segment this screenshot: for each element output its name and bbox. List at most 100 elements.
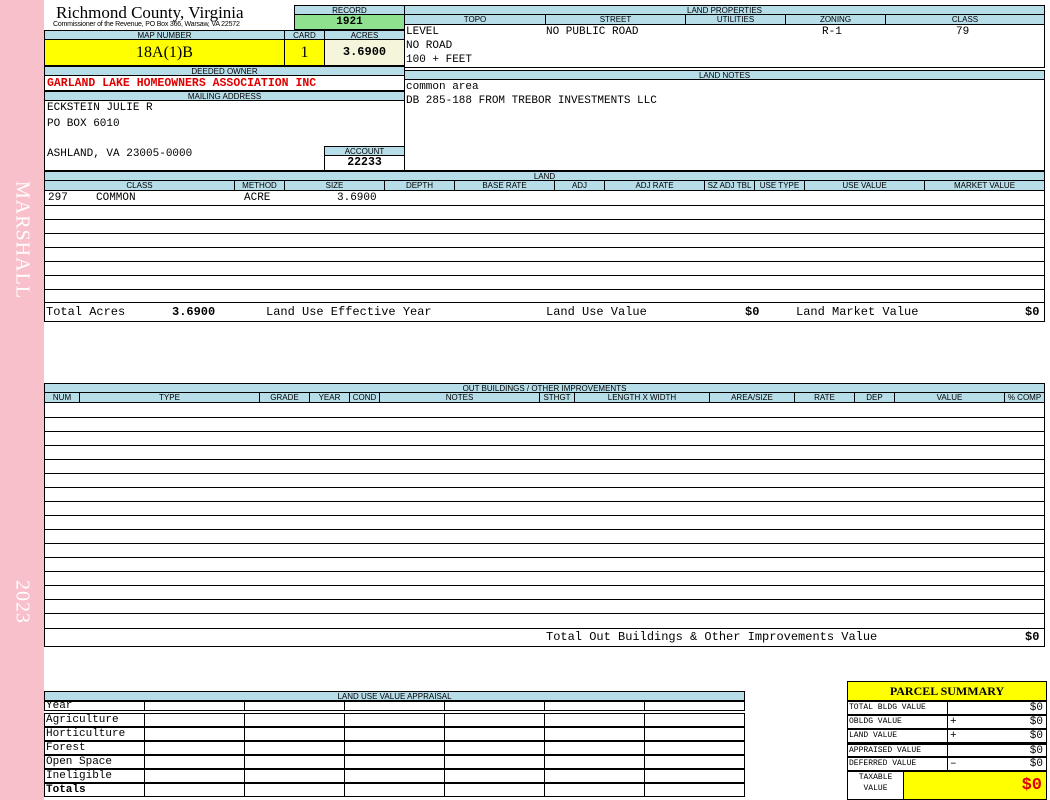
luva-cell <box>445 784 545 796</box>
luva-cell <box>645 784 745 796</box>
luva-cell <box>145 702 245 710</box>
outbuilding-grid-line <box>45 557 1044 558</box>
luva-row: Open Space <box>44 755 745 769</box>
luva-cell <box>645 714 745 726</box>
luva-cell <box>645 742 745 754</box>
luva-cell <box>345 702 445 710</box>
luva-cell <box>245 784 345 796</box>
summary-row-label: APPRAISED VALUE <box>848 745 948 756</box>
col-street: STREET <box>546 15 686 24</box>
outbuildings-label: OUT BUILDINGS / OTHER IMPROVEMENTS <box>44 383 1045 393</box>
summary-row-value: $0 <box>1029 730 1043 742</box>
land-rows <box>44 191 1045 303</box>
acres-value: 3.6900 <box>324 40 405 66</box>
land-col-method: METHOD <box>235 181 285 190</box>
land-properties-label: LAND PROPERTIES <box>404 5 1045 15</box>
side-year: 2023 <box>11 580 34 624</box>
summary-row-value: $0 <box>1029 716 1043 728</box>
outbuildings-rows <box>44 403 1045 629</box>
taxable-label-2: VALUE <box>863 784 888 793</box>
summary-row: DEFERRED VALUE – $0 <box>847 757 1047 771</box>
outbuilding-grid-line <box>45 585 1044 586</box>
luva-row-label: Forest <box>45 742 145 754</box>
luva-row-label: Ineligible <box>45 770 145 782</box>
account-value: 22233 <box>324 156 405 171</box>
outbuilding-grid-line <box>45 417 1044 418</box>
land-row-size: 3.6900 <box>337 192 377 204</box>
ob-col-grade: GRADE <box>260 393 310 402</box>
land-label: LAND <box>44 171 1045 181</box>
luva-cell <box>145 784 245 796</box>
land-market-value-label: Land Market Value <box>796 305 919 319</box>
outbuilding-grid-line <box>45 431 1044 432</box>
class-value: 79 <box>956 26 970 38</box>
ob-col-num: NUM <box>45 393 80 402</box>
zoning-value: R-1 <box>822 26 842 38</box>
land-properties-box <box>404 25 1045 68</box>
luva-cell <box>245 714 345 726</box>
luva-cell <box>145 714 245 726</box>
ob-col-cond: COND <box>350 393 380 402</box>
outbuilding-grid-line <box>45 445 1044 446</box>
outbuildings-total-value: $0 <box>1025 630 1040 644</box>
ob-col-area-size: AREA/SIZE <box>710 393 795 402</box>
outbuildings-total-label: Total Out Buildings & Other Improvements… <box>546 630 878 644</box>
land-col-use-value: USE VALUE <box>805 181 925 190</box>
deeded-owner-value: GARLAND LAKE HOMEOWNERS ASSOCIATION INC <box>44 76 405 91</box>
luva-cell <box>245 770 345 782</box>
mailing-line-2: PO BOX 6010 <box>47 118 120 130</box>
outbuilding-grid-line <box>45 487 1044 488</box>
luva-cell <box>345 714 445 726</box>
land-col-adj: ADJ <box>555 181 605 190</box>
land-col-base-rate: BASE RATE <box>455 181 555 190</box>
outbuilding-grid-line <box>45 459 1044 460</box>
luva-cell <box>445 770 545 782</box>
luva-row: Horticulture <box>44 727 745 741</box>
land-col-market-value: MARKET VALUE <box>953 181 1016 190</box>
land-use-value-label: Land Use Value <box>546 305 647 319</box>
land-notes-2: DB 285-188 FROM TREBOR INVESTMENTS LLC <box>406 95 657 107</box>
deeded-owner-label: DEEDED OWNER <box>44 66 405 76</box>
summary-row-value: $0 <box>1029 702 1043 714</box>
luva-row-label: Agriculture <box>45 714 145 726</box>
col-zoning: ZONING <box>786 15 886 24</box>
account-label: ACCOUNT <box>324 146 405 156</box>
summary-row-label: TOTAL BLDG VALUE <box>848 702 948 714</box>
luva-cell <box>445 714 545 726</box>
luva-cell <box>645 728 745 740</box>
ob-col-value: VALUE <box>895 393 1005 402</box>
ob-col-length-width: LENGTH X WIDTH <box>575 393 710 402</box>
outbuilding-grid-line <box>45 529 1044 530</box>
side-district: MARSHALL <box>11 180 34 300</box>
topo-1: LEVEL <box>406 26 440 38</box>
land-row-class-name: COMMON <box>96 192 136 204</box>
land-grid-line <box>45 205 1044 206</box>
luva-cell <box>645 770 745 782</box>
land-row-class-code: 297 <box>48 192 68 204</box>
county-title: Richmond County, Virginia <box>56 3 244 22</box>
luva-row: Agriculture <box>44 713 745 727</box>
card-label: CARD <box>284 30 325 40</box>
ob-col-notes: NOTES <box>380 393 540 402</box>
ob-col-pct-comp: % COMP <box>1007 393 1042 402</box>
land-col-depth: DEPTH <box>385 181 455 190</box>
luva-cell <box>445 702 545 710</box>
summary-row-label: LAND VALUE <box>848 730 948 742</box>
summary-row-operator: + <box>950 730 957 742</box>
luva-cell <box>645 702 745 710</box>
luva-label: LAND USE VALUE APPRAISAL <box>44 691 745 701</box>
map-number-label: MAP NUMBER <box>44 30 285 40</box>
luva-cell <box>445 728 545 740</box>
ob-col-type: TYPE <box>80 393 260 402</box>
summary-row-label: DEFERRED VALUE <box>848 758 948 770</box>
luva-cell <box>345 770 445 782</box>
luva-cell <box>645 756 745 768</box>
ob-col-sthgt: STHGT <box>540 393 575 402</box>
summary-row: TOTAL BLDG VALUE $0 <box>847 701 1047 715</box>
taxable-value: $0 <box>903 771 1047 800</box>
record-label: RECORD <box>294 5 405 15</box>
col-topo: TOPO <box>405 15 546 24</box>
land-notes-box <box>404 80 1045 171</box>
summary-row-value: $0 <box>1029 758 1043 770</box>
outbuilding-grid-line <box>45 515 1044 516</box>
